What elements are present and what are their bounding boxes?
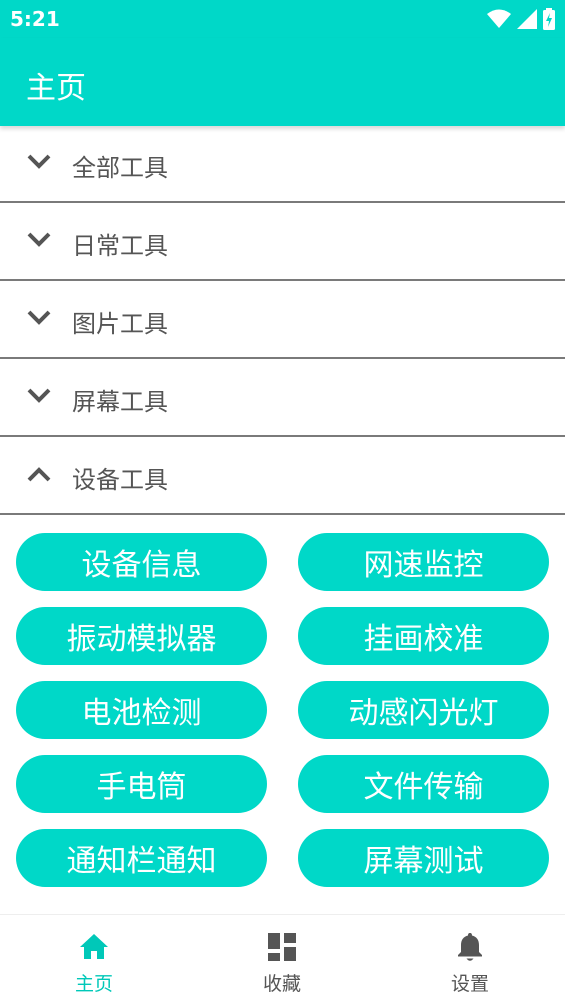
nav-label-favorites: 收藏 (262, 973, 301, 995)
home-icon (80, 934, 108, 959)
status-bar: 5:21 (0, 0, 565, 38)
section-label: 屏幕工具 (72, 388, 168, 416)
flashlight-button[interactable]: 手电筒 (16, 755, 267, 813)
section-all-tools[interactable]: 全部工具 (0, 126, 565, 203)
chevron-down-icon (27, 388, 51, 403)
file-transfer-button[interactable]: 文件传输 (298, 755, 549, 813)
section-device-tools[interactable]: 设备工具 (0, 438, 565, 515)
device-info-button[interactable]: 设备信息 (16, 533, 267, 591)
chevron-up-icon (27, 467, 51, 482)
nav-item-home[interactable]: 主页 (0, 915, 188, 1005)
battery-icon (543, 8, 555, 30)
screen-test-button[interactable]: 屏幕测试 (298, 829, 549, 887)
chevron-down-icon (27, 154, 51, 169)
battery-test-button[interactable]: 电池检测 (16, 681, 267, 739)
chevron-down-icon (27, 232, 51, 247)
section-screen-tools[interactable]: 屏幕工具 (0, 360, 565, 437)
section-label: 图片工具 (72, 310, 168, 338)
status-time: 5:21 (10, 7, 60, 31)
bell-icon (458, 933, 482, 961)
nav-label-settings: 设置 (450, 973, 489, 995)
signal-icon (517, 9, 537, 29)
nav-item-favorites[interactable]: 收藏 (188, 915, 376, 1005)
bottom-navigation: 主页 收藏 设置 (0, 914, 565, 1005)
section-label: 设备工具 (72, 466, 168, 494)
chevron-down-icon (27, 310, 51, 325)
app-bar: 主页 (0, 38, 565, 126)
nav-item-settings[interactable]: 设置 (376, 915, 564, 1005)
network-speed-monitor-button[interactable]: 网速监控 (298, 533, 549, 591)
status-icons (487, 8, 555, 30)
notification-bar-button[interactable]: 通知栏通知 (16, 829, 267, 887)
flash-strobe-button[interactable]: 动感闪光灯 (298, 681, 549, 739)
section-label: 全部工具 (72, 154, 168, 182)
page-title: 主页 (26, 71, 86, 106)
dashboard-icon (268, 933, 296, 961)
section-image-tools[interactable]: 图片工具 (0, 282, 565, 359)
picture-level-calibration-button[interactable]: 挂画校准 (298, 607, 549, 665)
section-daily-tools[interactable]: 日常工具 (0, 204, 565, 281)
section-label: 日常工具 (72, 232, 168, 260)
nav-label-home: 主页 (74, 973, 113, 995)
wifi-icon (487, 9, 511, 28)
vibration-simulator-button[interactable]: 振动模拟器 (16, 607, 267, 665)
